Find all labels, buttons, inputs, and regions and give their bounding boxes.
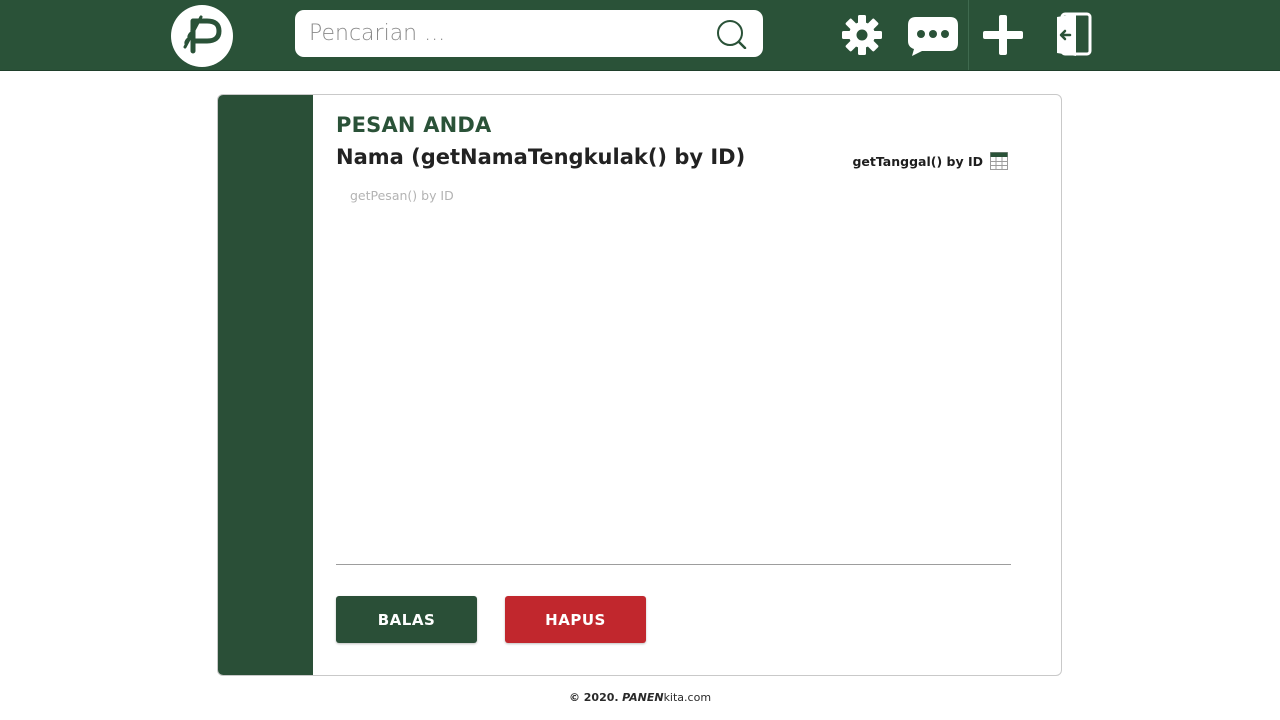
message-body: getPesan() by ID <box>350 188 454 203</box>
search-bar[interactable] <box>295 10 763 57</box>
delete-button[interactable]: HAPUS <box>505 596 646 643</box>
card-sidebar <box>218 95 313 675</box>
brand-logo-icon[interactable] <box>171 5 233 67</box>
date-text: getTanggal() by ID <box>852 153 983 169</box>
sender-name: Nama (getNamaTengkulak() by ID) <box>336 145 746 169</box>
reply-button[interactable]: BALAS <box>336 596 477 643</box>
plus-icon[interactable] <box>981 13 1025 57</box>
message-date: getTanggal() by ID <box>852 152 1008 170</box>
divider-line <box>336 564 1011 565</box>
page-title: PESAN ANDA <box>336 113 492 137</box>
search-input[interactable] <box>309 16 709 50</box>
chat-bubble-icon[interactable] <box>906 15 960 57</box>
search-icon[interactable] <box>715 19 747 49</box>
navbar-divider <box>968 0 969 70</box>
logout-icon[interactable] <box>1054 12 1094 57</box>
footer-copyright: © 2020. PANENkita.com <box>0 691 1280 704</box>
top-navbar <box>0 0 1280 71</box>
brand-name-rest: kita.com <box>663 691 712 704</box>
copyright-text: © 2020. <box>568 691 619 704</box>
message-card: PESAN ANDA Nama (getNamaTengkulak() by I… <box>217 94 1062 676</box>
calendar-icon <box>990 152 1008 170</box>
brand-name-bold: PANEN <box>622 691 664 704</box>
gear-icon[interactable] <box>841 14 883 56</box>
